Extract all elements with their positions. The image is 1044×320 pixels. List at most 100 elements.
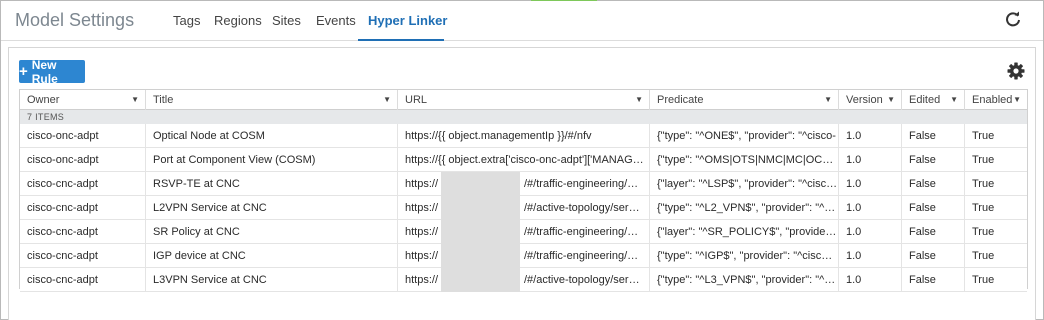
column-label: Version <box>846 94 883 106</box>
url-prefix: https:// <box>405 178 439 190</box>
column-header-url[interactable]: URL ▼ <box>398 90 650 110</box>
owner-cell: cisco-onc-adpt <box>20 124 146 148</box>
title-cell: RSVP-TE at CNC <box>146 172 398 196</box>
url-cell: https:// /#/traffic-engineering/de... <box>398 244 650 268</box>
url-path: /#/active-topology/servic... <box>524 202 644 214</box>
table-row[interactable]: cisco-cnc-adpt RSVP-TE at CNC https:// /… <box>20 172 1027 196</box>
edited-cell: False <box>902 148 965 172</box>
new-rule-label: New Rule <box>31 57 58 86</box>
caret-down-icon[interactable]: ▼ <box>1013 90 1021 110</box>
redacted-host <box>441 196 520 220</box>
owner-cell: cisco-onc-adpt <box>20 148 146 172</box>
table-header: Owner ▼ Title ▼ URL ▼ Predicate ▼ Versio… <box>20 90 1027 110</box>
tab-sites[interactable]: Sites <box>272 13 301 28</box>
enabled-cell: True <box>972 154 995 166</box>
title-cell: Optical Node at COSM <box>146 124 398 148</box>
column-header-owner[interactable]: Owner ▼ <box>20 90 146 110</box>
owner-cell: cisco-cnc-adpt <box>20 172 146 196</box>
version-cell: 1.0 <box>839 196 902 220</box>
page-title: Model Settings <box>15 10 135 30</box>
table-row[interactable]: cisco-cnc-adpt L3VPN Service at CNC http… <box>20 268 1027 292</box>
edited-cell: False <box>902 172 965 196</box>
predicate-cell: {"type": "^OMS|OTS|NMC|MC|OCH|OTU... <box>650 148 839 172</box>
owner-cell: cisco-cnc-adpt <box>20 244 146 268</box>
title-cell: SR Policy at CNC <box>146 220 398 244</box>
url-cell: https:// /#/traffic-engineering/pol... <box>398 172 650 196</box>
redacted-host <box>441 268 520 292</box>
url-cell: https:// /#/traffic-engineering/pol... <box>398 220 650 244</box>
column-label: Edited <box>909 94 941 106</box>
predicate-cell: {"layer": "^LSP$", "provider": "^cisco-c… <box>650 172 839 196</box>
edited-cell: False <box>902 196 965 220</box>
tab-hyper-linker[interactable]: Hyper Linker <box>368 13 447 28</box>
owner-cell: cisco-cnc-adpt <box>20 220 146 244</box>
tab-events[interactable]: Events <box>316 13 356 28</box>
column-label: Enabled <box>972 94 1013 106</box>
column-header-enabled[interactable]: Enabled ▼ <box>965 90 1027 110</box>
edited-cell: False <box>902 244 965 268</box>
predicate-cell: {"layer": "^SR_POLICY$", "provider": "..… <box>650 220 839 244</box>
column-header-version[interactable]: Version ▼ <box>839 90 902 110</box>
refresh-icon[interactable] <box>1004 11 1022 29</box>
owner-cell: cisco-cnc-adpt <box>20 268 146 292</box>
url-cell: https://{{ object.extra['cisco-onc-adpt'… <box>398 148 650 172</box>
group-row-count: 7 ITEMS <box>20 110 1027 124</box>
enabled-cell: True <box>972 130 995 142</box>
tab-tags[interactable]: Tags <box>173 13 200 28</box>
version-cell: 1.0 <box>839 124 902 148</box>
table-row[interactable]: cisco-cnc-adpt L2VPN Service at CNC http… <box>20 196 1027 220</box>
column-label: Owner <box>27 94 60 106</box>
table-row[interactable]: cisco-onc-adpt Port at Component View (C… <box>20 148 1027 172</box>
url-path: /#/active-topology/servic... <box>524 274 644 286</box>
caret-down-icon[interactable]: ▼ <box>131 90 139 110</box>
gear-icon[interactable] <box>1006 61 1026 81</box>
url-path: /#/traffic-engineering/pol... <box>524 178 644 190</box>
table-row[interactable]: cisco-onc-adpt Optical Node at COSM http… <box>20 124 1027 148</box>
caret-down-icon[interactable]: ▼ <box>635 90 643 110</box>
predicate-cell: {"type": "^ONE$", "provider": "^cisco- <box>650 124 839 148</box>
url-cell: https://{{ object.managementIp }}/#/nfv <box>398 124 650 148</box>
url-path: /#/traffic-engineering/de... <box>524 250 644 262</box>
edited-cell: False <box>902 268 965 292</box>
enabled-cell: True <box>972 202 995 214</box>
enabled-cell: True <box>972 226 995 238</box>
predicate-cell: {"type": "^L3_VPN$", "provider": "^cisc.… <box>650 268 839 292</box>
column-header-title[interactable]: Title ▼ <box>146 90 398 110</box>
title-cell: IGP device at CNC <box>146 244 398 268</box>
active-tab-indicator <box>358 39 444 41</box>
title-cell: L2VPN Service at CNC <box>146 196 398 220</box>
version-cell: 1.0 <box>839 244 902 268</box>
enabled-cell: True <box>972 250 995 262</box>
redacted-host <box>441 172 520 196</box>
rules-table: Owner ▼ Title ▼ URL ▼ Predicate ▼ Versio… <box>19 89 1028 292</box>
url-prefix: https:// <box>405 274 439 286</box>
table-row[interactable]: cisco-cnc-adpt SR Policy at CNC https://… <box>20 220 1027 244</box>
caret-down-icon[interactable]: ▼ <box>383 90 391 110</box>
version-cell: 1.0 <box>839 268 902 292</box>
table-row[interactable]: cisco-cnc-adpt IGP device at CNC https:/… <box>20 244 1027 268</box>
column-header-edited[interactable]: Edited ▼ <box>902 90 965 110</box>
url-prefix: https:// <box>405 202 439 214</box>
redacted-host <box>441 244 520 268</box>
column-label: URL <box>405 94 428 106</box>
url-prefix: https:// <box>405 226 439 238</box>
version-cell: 1.0 <box>839 220 902 244</box>
owner-cell: cisco-cnc-adpt <box>20 196 146 220</box>
title-cell: Port at Component View (COSM) <box>146 148 398 172</box>
edited-cell: False <box>902 124 965 148</box>
new-rule-button[interactable]: + New Rule <box>19 57 85 86</box>
url-cell: https:// /#/active-topology/servic... <box>398 268 650 292</box>
edited-cell: False <box>902 220 965 244</box>
enabled-cell: True <box>972 178 995 190</box>
predicate-cell: {"type": "^L2_VPN$", "provider": "^cisc.… <box>650 196 839 220</box>
tab-regions[interactable]: Regions <box>214 13 262 28</box>
version-cell: 1.0 <box>839 172 902 196</box>
version-cell: 1.0 <box>839 148 902 172</box>
caret-down-icon[interactable]: ▼ <box>824 90 832 110</box>
caret-down-icon[interactable]: ▼ <box>887 90 895 110</box>
column-label: Predicate <box>657 94 704 106</box>
column-label: Title <box>153 94 174 106</box>
url-prefix: https:// <box>405 250 439 262</box>
caret-down-icon[interactable]: ▼ <box>950 90 958 110</box>
column-header-predicate[interactable]: Predicate ▼ <box>650 90 839 110</box>
